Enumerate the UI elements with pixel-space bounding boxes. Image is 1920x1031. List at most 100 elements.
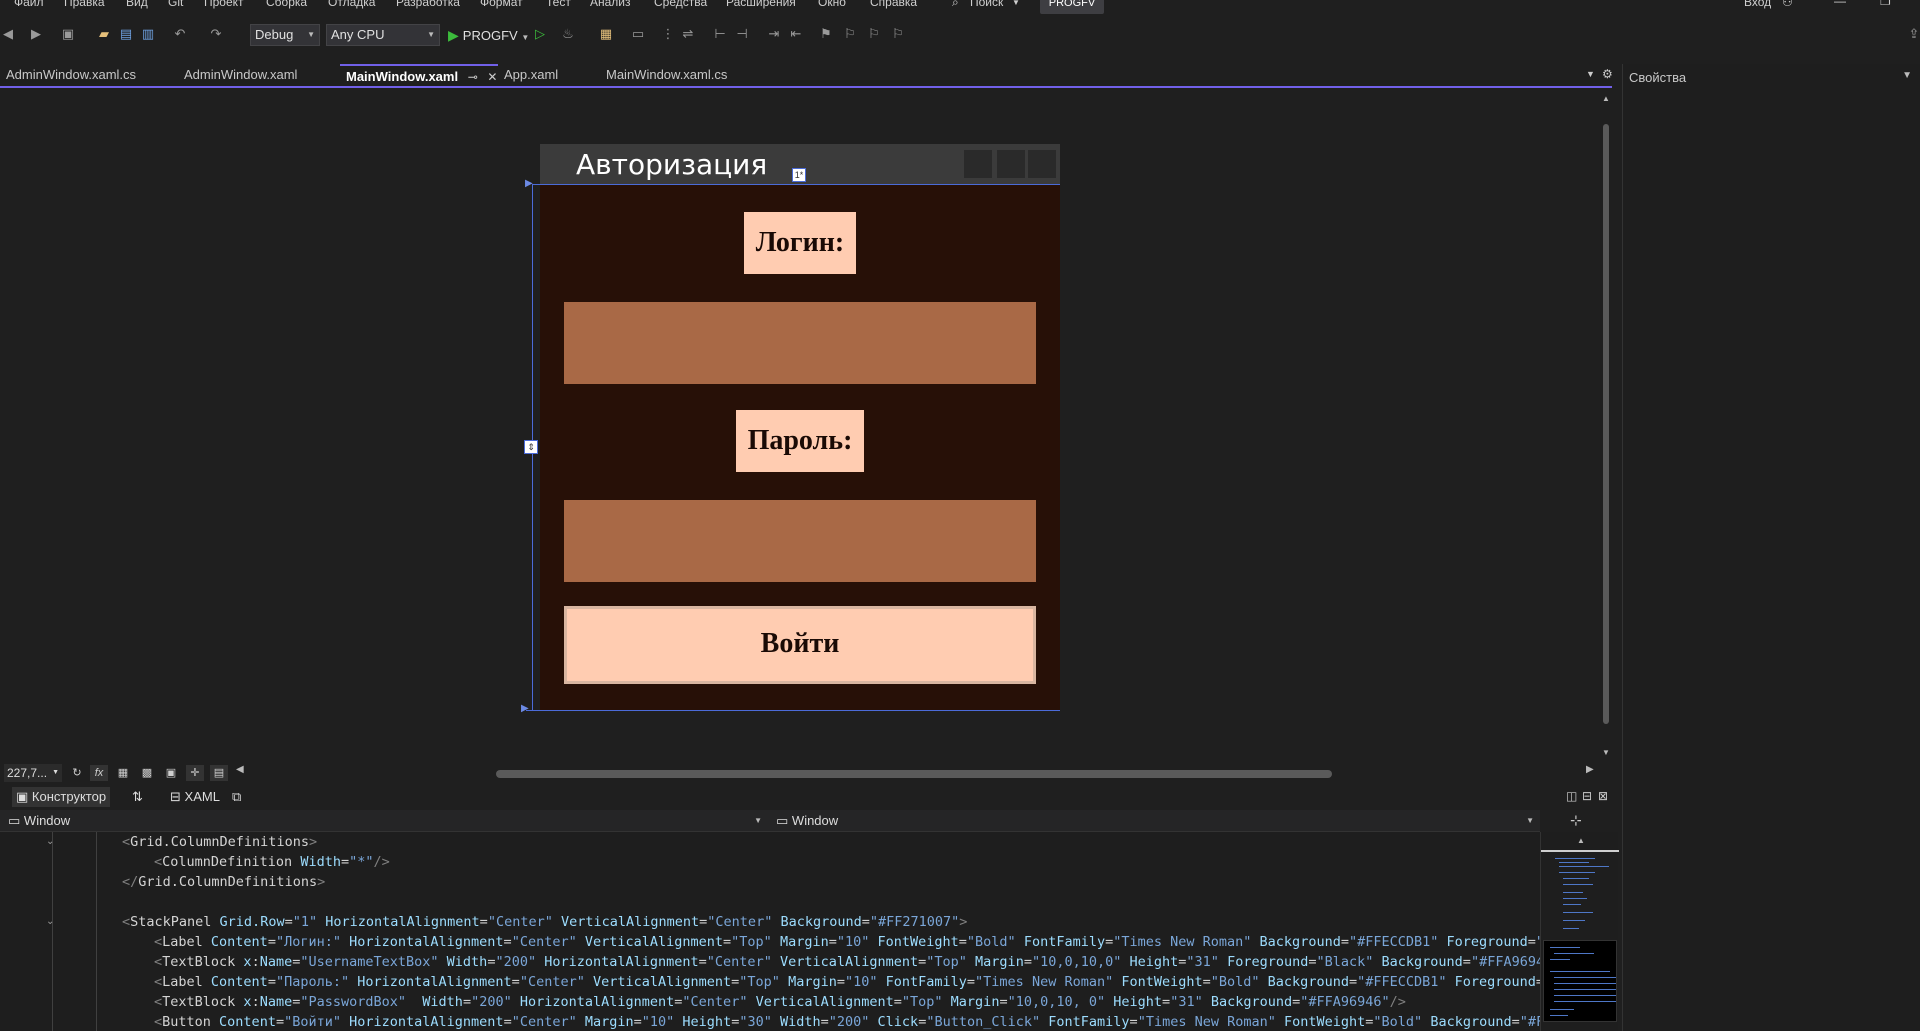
start-debugging-button[interactable]: ▶ PROGFV ▼ [448, 24, 529, 46]
settings-gear-icon[interactable]: ⚙ [1602, 67, 1613, 81]
search-chevron-down-icon[interactable]: ▼ [1012, 0, 1020, 7]
platform-select[interactable]: Any CPU ▼ [326, 24, 440, 46]
redo-icon[interactable]: ↷ [208, 26, 224, 42]
tab-xaml[interactable]: ⊟ XAML [166, 787, 224, 807]
element-scope-select[interactable]: ▭ Window ▼ [4, 811, 766, 831]
format-icon[interactable]: ⇌ [680, 26, 696, 42]
tab-mainwindow-xaml[interactable]: MainWindow.xaml ⊸ ✕ [340, 64, 498, 86]
designer-horizontal-scroll-thumb[interactable] [496, 770, 1332, 778]
menu-develop[interactable]: Разработка [396, 0, 460, 9]
tab-app-xaml[interactable]: App.xaml [498, 64, 594, 86]
tab-adminwindow-xaml-cs[interactable]: AdminWindow.xaml.cs [0, 64, 170, 86]
zoom-select[interactable]: 227,7... ▼ [4, 764, 62, 782]
scroll-left-icon[interactable]: ◀ [236, 764, 244, 775]
fold-chevron-icon[interactable]: ⌄ [46, 916, 54, 927]
menu-file[interactable]: Файл [14, 0, 44, 9]
designer-vertical-scrollbar[interactable]: ▲ ▼ [1600, 94, 1612, 762]
password-label[interactable]: Пароль: [736, 410, 864, 472]
menu-help[interactable]: Справка [870, 0, 917, 9]
snap-to-lines-icon[interactable]: ✛ [186, 765, 204, 781]
next-bookmark-icon[interactable]: ⚐ [866, 26, 882, 42]
horizontal-split-icon[interactable]: ⊟ [1582, 789, 1592, 803]
wpf-window-preview[interactable]: Авторизация Логин: Пароль: Войти 1* ⇕ ▶ … [521, 144, 1060, 714]
row-size-handle[interactable]: ⇕ [524, 440, 538, 454]
align-left-icon[interactable]: ⊢ [712, 26, 728, 42]
panel-options-chevron-icon[interactable]: ▼ [1902, 70, 1912, 81]
configuration-select[interactable]: Debug ▼ [250, 24, 320, 46]
outdent-icon[interactable]: ⇤ [788, 26, 804, 42]
tab-mainwindow-xaml-cs[interactable]: MainWindow.xaml.cs [600, 64, 770, 86]
snap-grid-icon[interactable]: ▩ [138, 765, 156, 781]
prev-bookmark-icon[interactable]: ⚐ [842, 26, 858, 42]
solution-name-badge[interactable]: PROGFV [1040, 0, 1104, 14]
close-icon[interactable]: ✕ [487, 70, 497, 84]
scroll-right-icon[interactable]: ▶ [1586, 764, 1594, 775]
swap-panes-button[interactable]: ⇅ [128, 787, 147, 807]
open-folder-icon[interactable]: ▰ [96, 26, 112, 42]
menu-project[interactable]: Проект [204, 0, 244, 9]
tab-adminwindow-xaml[interactable]: AdminWindow.xaml [178, 64, 338, 86]
fold-chevron-icon[interactable]: ⌄ [46, 836, 54, 847]
artboard-background-icon[interactable]: ▣ [162, 765, 180, 781]
align-right-icon[interactable]: ⊣ [734, 26, 750, 42]
column-size-handle[interactable]: 1* [792, 168, 806, 182]
menu-edit[interactable]: Правка [64, 0, 105, 9]
menu-test[interactable]: Тест [546, 0, 571, 9]
menu-build[interactable]: Сборка [266, 0, 307, 9]
search-icon[interactable]: ⌕ [952, 0, 959, 10]
menu-format[interactable]: Формат [480, 0, 523, 9]
member-scope-select[interactable]: ▭ Window ▼ [772, 811, 1538, 831]
forward-icon[interactable]: ▶ [28, 26, 44, 42]
hot-reload-icon[interactable]: ♨ [560, 26, 576, 42]
menu-debug[interactable]: Отладка [328, 0, 375, 9]
search-menu[interactable]: Поиск [970, 0, 1003, 9]
start-without-debugging-icon[interactable]: ▷ [532, 26, 548, 42]
save-icon[interactable]: ▤ [118, 26, 134, 42]
breakpoints-icon[interactable]: ⋮ [660, 26, 676, 42]
password-textbox[interactable] [564, 500, 1036, 582]
tab-list-chevron-icon[interactable]: ▼ [1586, 69, 1595, 79]
login-button[interactable]: Войти [564, 606, 1036, 684]
minimap-up-icon[interactable]: ▲ [1577, 836, 1585, 845]
code-line-8[interactable]: <Label Content="Пароль:" HorizontalAlign… [154, 972, 1540, 992]
code-line-9[interactable]: <TextBlock x:Name="PasswordBox" Width="2… [154, 992, 1406, 1012]
vertical-split-icon[interactable]: ◫ [1566, 789, 1577, 803]
menu-window[interactable]: Окно [818, 0, 846, 9]
split-editor-icon[interactable]: ⊹ [1570, 812, 1582, 829]
code-line-2[interactable]: <ColumnDefinition Width="*"/> [154, 852, 390, 872]
login-label[interactable]: Логин: [744, 212, 856, 274]
menu-view[interactable]: Вид [126, 0, 148, 9]
live-share-icon[interactable]: ⇪ [1906, 26, 1920, 42]
code-line-10[interactable]: <Button Content="Войти" HorizontalAlignm… [154, 1012, 1540, 1031]
refresh-icon[interactable]: ↻ [68, 765, 86, 781]
menu-git[interactable]: Git [168, 0, 183, 9]
code-line-3[interactable]: </Grid.ColumnDefinitions> [122, 872, 325, 892]
account-icon[interactable]: ⚇ [1782, 0, 1793, 9]
minimap-viewport[interactable] [1543, 940, 1617, 1022]
code-line-7[interactable]: <TextBlock x:Name = "UsernameTextBox" Widt… [154, 952, 1540, 972]
scroll-up-icon[interactable]: ▲ [1602, 94, 1610, 103]
code-line-6[interactable]: <Label Content="Логин:" HorizontalAlignm… [154, 932, 1540, 952]
popout-xaml-button[interactable]: ⧉ [228, 787, 245, 807]
scroll-thumb[interactable] [1603, 124, 1609, 724]
restore-icon[interactable]: ❐ [1880, 0, 1891, 8]
back-icon[interactable]: ◀ [0, 26, 16, 42]
indent-icon[interactable]: ⇥ [766, 26, 782, 42]
effects-fx-icon[interactable]: fx [90, 765, 108, 781]
clear-bookmarks-icon[interactable]: ⚐ [890, 26, 906, 42]
code-minimap[interactable]: ▲ [1540, 832, 1619, 1031]
wpf-stackpanel[interactable]: Логин: Пароль: Войти [540, 184, 1060, 710]
scroll-down-icon[interactable]: ▼ [1602, 748, 1610, 757]
menu-extensions[interactable]: Расширения [726, 0, 796, 9]
save-all-icon[interactable]: ▥ [140, 26, 156, 42]
project-code-icon[interactable]: ▤ [210, 765, 228, 781]
layout-icon[interactable]: ▭ [630, 26, 646, 42]
signin-link[interactable]: Вход [1744, 0, 1771, 9]
collapse-pane-icon[interactable]: ⊠ [1598, 789, 1608, 803]
browse-icon[interactable]: ▦ [598, 26, 614, 42]
code-line-1[interactable]: <Grid.ColumnDefinitions> [122, 832, 317, 852]
menu-tools[interactable]: Средства [654, 0, 707, 9]
minimize-icon[interactable]: — [1834, 0, 1846, 8]
new-project-icon[interactable]: ▣ [60, 26, 76, 42]
grid-icon[interactable]: ▦ [114, 765, 132, 781]
